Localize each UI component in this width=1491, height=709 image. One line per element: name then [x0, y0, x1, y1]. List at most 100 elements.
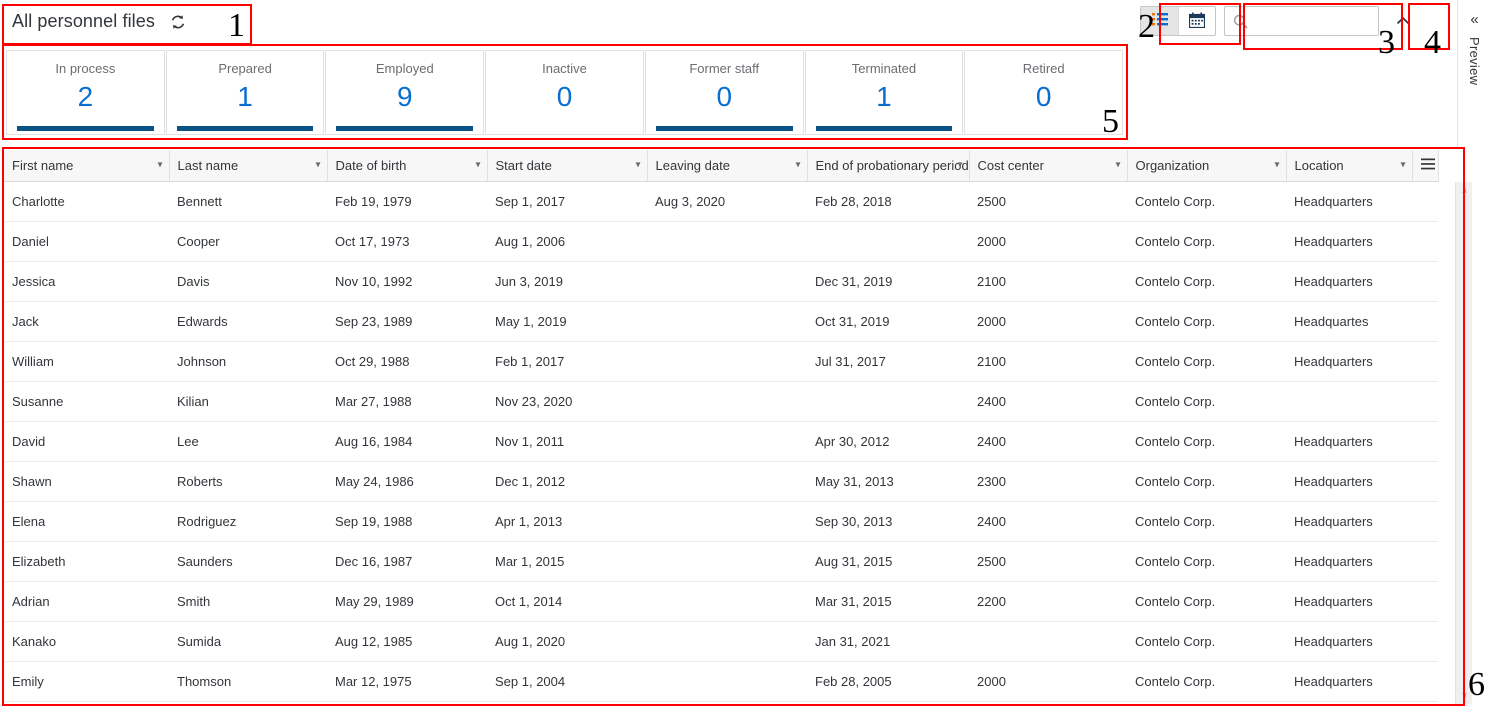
cell-location: Headquarters [1286, 581, 1412, 622]
search-input[interactable] [1225, 7, 1378, 35]
cell-start: Feb 1, 2017 [487, 341, 647, 382]
kpi-card-employed[interactable]: Employed 9 [325, 50, 485, 135]
cell-start: Dec 1, 2012 [487, 461, 647, 502]
chevron-down-icon[interactable]: ▾ [315, 160, 320, 171]
cell-first-name: Elena [4, 501, 169, 542]
kpi-card-prepared[interactable]: Prepared 1 [165, 50, 325, 135]
cell-last-name: Roberts [169, 461, 327, 502]
calendar-view-button[interactable] [1178, 7, 1215, 35]
column-header-label: Start date [495, 157, 552, 173]
kpi-status-bar [975, 126, 1112, 131]
table-row[interactable]: Daniel Cooper Oct 17, 1973 Aug 1, 2006 2000 C… [4, 221, 1438, 262]
table-row[interactable]: Charlotte Bennett Feb 19, 1979 Sep 1, 2017 A… [4, 181, 1438, 222]
chevron-down-icon[interactable]: ▾ [957, 160, 962, 171]
column-header-last-name[interactable]: Last name ▾ [169, 150, 328, 182]
cell-last-name: Lee [169, 421, 327, 462]
column-header-location[interactable]: Location ▾ [1286, 150, 1413, 182]
cell-probation-end: Jan 31, 2021 [807, 621, 969, 662]
table-row[interactable]: Emily Thomson Mar 12, 1975 Sep 1, 2004 Feb 2… [4, 661, 1438, 702]
kpi-card-retired[interactable]: Retired 0 [964, 50, 1124, 135]
table-row[interactable]: David Lee Aug 16, 1984 Nov 1, 2011 Apr 30, 2… [4, 421, 1438, 462]
table-settings-button[interactable] [1412, 150, 1439, 182]
kpi-value: 0 [556, 81, 573, 112]
cell-probation-end: Mar 31, 2015 [807, 581, 969, 622]
kpi-status-bar [176, 126, 314, 131]
row-end-spacer [1412, 501, 1438, 542]
cell-cost-center: 2000 [969, 661, 1127, 702]
row-end-spacer [1412, 301, 1438, 342]
cell-dob: Aug 12, 1985 [327, 621, 487, 662]
kpi-label: In process [55, 61, 116, 76]
chevron-down-icon[interactable]: ▾ [1400, 160, 1405, 171]
table-row[interactable]: Jessica Davis Nov 10, 1992 Jun 3, 2019 Dec 3… [4, 261, 1438, 302]
table-row[interactable]: Susanne Kilian Mar 27, 1988 Nov 23, 2020 240… [4, 381, 1438, 422]
cell-organization: Contelo Corp. [1127, 461, 1286, 502]
preview-panel-rail[interactable]: « Preview [1457, 0, 1491, 147]
scroll-up-arrow[interactable]: ∧ [1456, 182, 1473, 199]
cell-location: Headquarters [1286, 221, 1412, 262]
cell-probation-end: Sep 30, 2013 [807, 501, 969, 542]
cell-organization: Contelo Corp. [1127, 301, 1286, 342]
chevron-down-icon[interactable]: ▾ [1115, 160, 1120, 171]
cell-start: Apr 1, 2013 [487, 501, 647, 542]
table-row[interactable]: Elizabeth Saunders Dec 16, 1987 Mar 1, 2015… [4, 541, 1438, 582]
cell-last-name: Cooper [169, 221, 327, 262]
chevron-down-icon[interactable]: ▾ [475, 160, 480, 171]
table-row[interactable]: Jack Edwards Sep 23, 1989 May 1, 2019 Oct 31… [4, 301, 1438, 342]
cell-location: Headquarters [1286, 181, 1412, 222]
row-end-spacer [1412, 181, 1438, 222]
table-row[interactable]: Adrian Smith May 29, 1989 Oct 1, 2014 Mar 31… [4, 581, 1438, 622]
column-header-label: Cost center [977, 157, 1044, 173]
cell-leaving [647, 541, 807, 582]
table-row[interactable]: Kanako Sumida Aug 12, 1985 Aug 1, 2020 Jan 3… [4, 621, 1438, 662]
cell-dob: Oct 17, 1973 [327, 221, 487, 262]
cell-leaving: Aug 3, 2020 [647, 181, 807, 222]
cell-cost-center: 2200 [969, 581, 1127, 622]
cell-first-name: Susanne [4, 381, 169, 422]
kpi-status-bar [336, 126, 474, 131]
chevron-down-icon[interactable]: ▾ [1274, 160, 1279, 171]
table-vertical-scrollbar[interactable]: ∧ ∨ [1455, 182, 1472, 704]
cell-start: Nov 1, 2011 [487, 421, 647, 462]
kpi-label: Retired [1022, 61, 1065, 76]
column-header-start-date[interactable]: Start date ▾ [487, 150, 648, 182]
cell-first-name: Emily [4, 661, 169, 702]
refresh-icon[interactable] [169, 13, 187, 31]
table-row[interactable]: Shawn Roberts May 24, 1986 Dec 1, 2012 May 3… [4, 461, 1438, 502]
table-header: First name ▾ Last name ▾ Date of birth ▾ Start… [4, 150, 1439, 182]
column-header-cost-center[interactable]: Cost center ▾ [969, 150, 1128, 182]
kpi-card-former-staff[interactable]: Former staff 0 [644, 50, 804, 135]
expand-preview-icon[interactable]: « [1470, 12, 1478, 27]
annotation-number-3: 3 [1378, 24, 1395, 61]
cell-probation-end: Apr 30, 2012 [807, 421, 969, 462]
row-end-spacer [1412, 621, 1438, 662]
table-settings-icon [1420, 158, 1435, 173]
column-header-end-of-probationary-period[interactable]: End of probationary period ▾ [807, 150, 970, 182]
calendar-view-icon [1188, 12, 1206, 31]
cell-start: May 1, 2019 [487, 301, 647, 342]
cell-location: Headquarters [1286, 461, 1412, 502]
kpi-card-strip: In process 2 Prepared 1 Employed 9 Inactive 0 Fo… [6, 50, 1124, 135]
column-header-leaving-date[interactable]: Leaving date ▾ [647, 150, 808, 182]
cell-dob: May 29, 1989 [327, 581, 487, 622]
cell-location: Headquarters [1286, 621, 1412, 662]
kpi-card-terminated[interactable]: Terminated 1 [804, 50, 964, 135]
kpi-label: Former staff [689, 61, 760, 76]
chevron-down-icon[interactable]: ▾ [795, 160, 800, 171]
table-row[interactable]: William Johnson Oct 29, 1988 Feb 1, 2017 Jul… [4, 341, 1438, 382]
row-end-spacer [1412, 461, 1438, 502]
kpi-card-in-process[interactable]: In process 2 [6, 50, 165, 135]
cell-cost-center: 2000 [969, 301, 1127, 342]
column-header-organization[interactable]: Organization ▾ [1127, 150, 1287, 182]
chevron-down-icon[interactable]: ▾ [635, 160, 640, 171]
column-header-date-of-birth[interactable]: Date of birth ▾ [327, 150, 488, 182]
column-header-first-name[interactable]: First name ▾ [4, 150, 170, 182]
cell-leaving [647, 581, 807, 622]
chevron-down-icon[interactable]: ▾ [157, 160, 162, 171]
cell-leaving [647, 421, 807, 462]
kpi-card-inactive[interactable]: Inactive 0 [485, 50, 644, 135]
kpi-label: Inactive [542, 61, 587, 76]
table-row[interactable]: Elena Rodriguez Sep 19, 1988 Apr 1, 2013 Sep… [4, 501, 1438, 542]
table-body: Charlotte Bennett Feb 19, 1979 Sep 1, 2017 A… [4, 181, 1438, 702]
search-box[interactable] [1224, 6, 1379, 36]
